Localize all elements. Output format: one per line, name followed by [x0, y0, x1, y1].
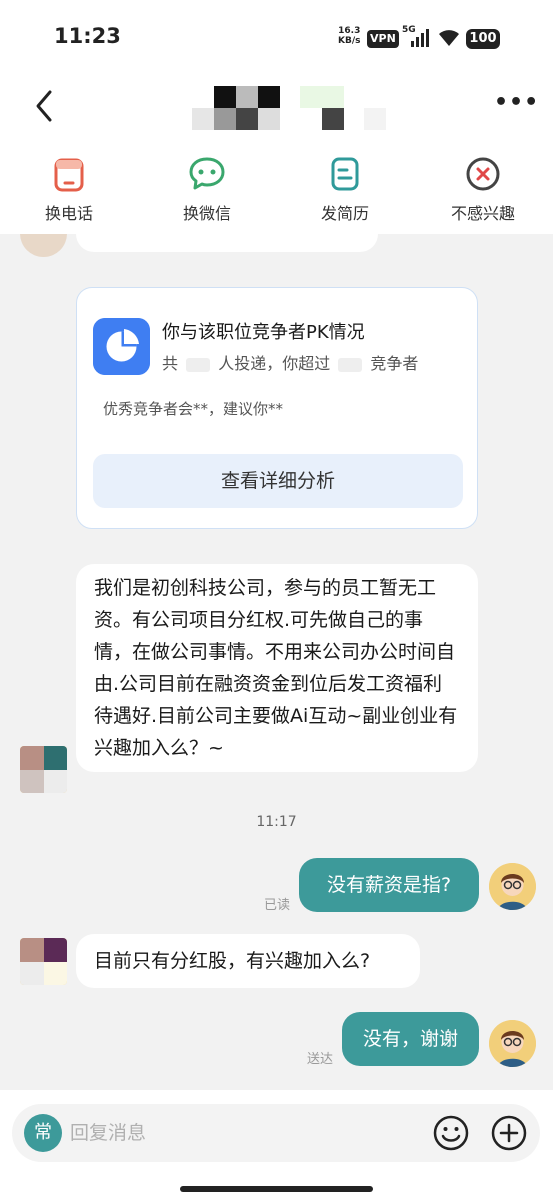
- hr-avatar-1: [20, 746, 67, 793]
- incoming-message-1: 我们是初创科技公司，参与的员工暂无工资。有公司项目分红权.可先做自己的事情，在做…: [76, 564, 478, 772]
- pk-summary-middle: 人投递，你超过: [218, 354, 331, 373]
- pk-summary-suffix: 竞争者: [370, 354, 419, 373]
- status-bar: 11:23 16.3 KB/s VPN 5G 100: [0, 0, 553, 76]
- plus-icon[interactable]: [490, 1114, 528, 1152]
- view-analysis-button[interactable]: 查看详细分析: [93, 454, 463, 508]
- my-avatar-1: [489, 863, 536, 910]
- resume-icon: [331, 157, 359, 191]
- close-circle-icon: [466, 157, 500, 191]
- not-interested-label: 不感兴趣: [450, 204, 515, 223]
- pk-summary-prefix: 共: [162, 354, 179, 373]
- network-speed: 16.3 KB/s: [338, 26, 360, 46]
- home-indicator: [180, 1186, 373, 1192]
- outgoing-message-2: 没有，谢谢: [342, 1012, 479, 1066]
- input-bar: 常: [0, 1090, 553, 1200]
- signal-icon: [411, 29, 429, 47]
- pie-chart-icon: [93, 318, 150, 375]
- delivered-status: 送达: [307, 1052, 334, 1067]
- pk-card-hint: 优秀竞争者会**，建议你**: [103, 400, 284, 418]
- status-time: 11:23: [54, 24, 121, 48]
- exchange-phone-button[interactable]: 换电话: [14, 154, 124, 224]
- back-arrow-icon[interactable]: [30, 88, 60, 124]
- pk-card-summary: 共 人投递，你超过 竞争者: [162, 350, 418, 374]
- speed-unit: KB/s: [338, 36, 361, 46]
- send-resume-button[interactable]: 发简历: [290, 154, 400, 224]
- battery-indicator: 100: [466, 29, 500, 49]
- exchange-wechat-button[interactable]: 换微信: [152, 154, 262, 224]
- pk-surpassed-count-masked: [338, 357, 363, 372]
- exchange-wechat-label: 换微信: [182, 204, 231, 223]
- message-list[interactable]: 你与该职位竞争者PK情况 共 人投递，你超过 竞争者 优秀竞争者会**，建议你*…: [0, 234, 553, 1090]
- pk-card-title: 你与该职位竞争者PK情况: [162, 322, 365, 343]
- wifi-icon: [439, 30, 459, 46]
- hr-avatar-top: [20, 234, 67, 257]
- my-avatar-2: [489, 1020, 536, 1067]
- speed-value: 16.3: [338, 26, 361, 36]
- hr-avatar-2: [20, 938, 67, 985]
- quick-reply-button[interactable]: 常: [24, 1114, 62, 1152]
- wechat-icon: [189, 157, 225, 190]
- more-dots-icon[interactable]: •••: [494, 90, 539, 115]
- chat-header: •••: [0, 76, 553, 148]
- reply-input[interactable]: [70, 1116, 410, 1150]
- exchange-phone-label: 换电话: [44, 204, 93, 223]
- competitor-pk-card: 你与该职位竞争者PK情况 共 人投递，你超过 竞争者 优秀竞争者会**，建议你*…: [76, 287, 478, 529]
- incoming-message-2: 目前只有分红股，有兴趣加入么?: [76, 934, 420, 988]
- vpn-badge: VPN: [367, 30, 399, 48]
- outgoing-message-1: 没有薪资是指?: [299, 858, 479, 912]
- message-bubble-cutoff: [76, 234, 378, 252]
- emoji-icon[interactable]: [432, 1114, 470, 1152]
- reply-input-container: 常: [12, 1104, 540, 1162]
- message-timestamp: 11:17: [256, 814, 297, 830]
- phone-card-icon: [54, 158, 84, 192]
- send-resume-label: 发简历: [320, 204, 369, 223]
- pk-applicant-count-masked: [186, 357, 211, 372]
- action-bar: 换电话 换微信 发简历 不感兴趣: [0, 148, 553, 234]
- read-status: 已读: [264, 898, 291, 913]
- not-interested-button[interactable]: 不感兴趣: [428, 154, 538, 224]
